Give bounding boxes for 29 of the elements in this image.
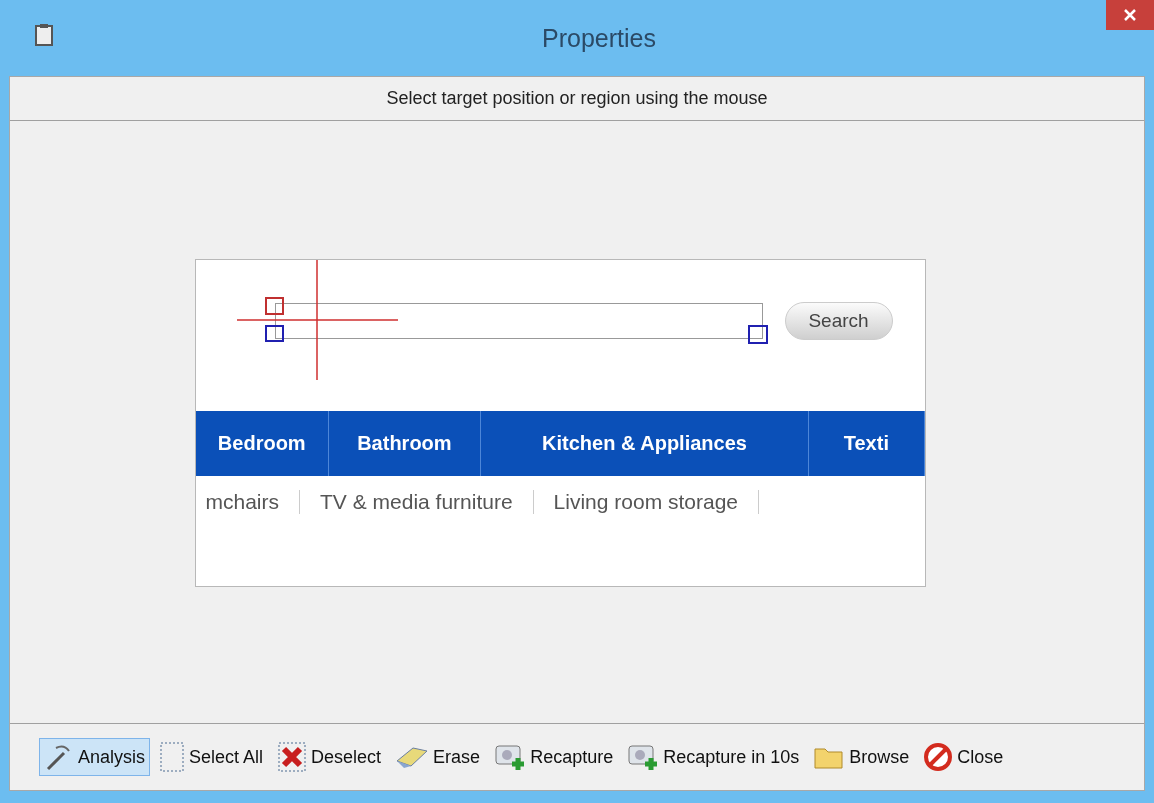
toolbar-button[interactable]: Close: [918, 738, 1009, 776]
toolbar-button[interactable]: Recapture: [489, 738, 619, 776]
category-link[interactable]: TV & media furniture: [300, 490, 534, 514]
cross-icon: [277, 741, 308, 773]
prohibited-icon: [923, 742, 954, 772]
toolbar-button[interactable]: Recapture in 10s: [622, 738, 805, 776]
toolbar-button[interactable]: Erase: [390, 738, 486, 776]
close-icon: [1123, 8, 1137, 22]
toolbar-button[interactable]: Analysis: [39, 738, 151, 776]
close-button[interactable]: [1106, 0, 1154, 30]
eraser-icon: [395, 745, 430, 769]
nav-item[interactable]: Kitchen & Appliances: [480, 411, 810, 476]
window-title: Properties: [541, 24, 657, 53]
category-link[interactable]: Living room storage: [533, 490, 760, 514]
captured-screenshot[interactable]: Search Bedroom Bathroom Kitchen & Appliances Texti mchairs TV & media furniture Living room storage: [194, 259, 926, 587]
toolbar-button[interactable]: Browse: [808, 738, 915, 776]
instruction-text: Select target position or region using the mouse: [386, 88, 768, 109]
nav-item[interactable]: Texti: [809, 411, 925, 476]
nav-item[interactable]: Bedroom: [195, 411, 329, 476]
camera-icon: [627, 742, 660, 772]
clipboard-icon: [35, 24, 53, 46]
search-button[interactable]: Search: [784, 302, 893, 340]
category-link[interactable]: mchairs: [195, 490, 300, 514]
toolbar-button[interactable]: Deselect: [272, 738, 387, 776]
selection-icon: [159, 741, 186, 773]
nav-item[interactable]: Bathroom: [329, 411, 481, 476]
search-field[interactable]: [274, 303, 763, 339]
camera-icon: [494, 742, 527, 772]
toolbar-button[interactable]: Select All: [154, 738, 269, 776]
